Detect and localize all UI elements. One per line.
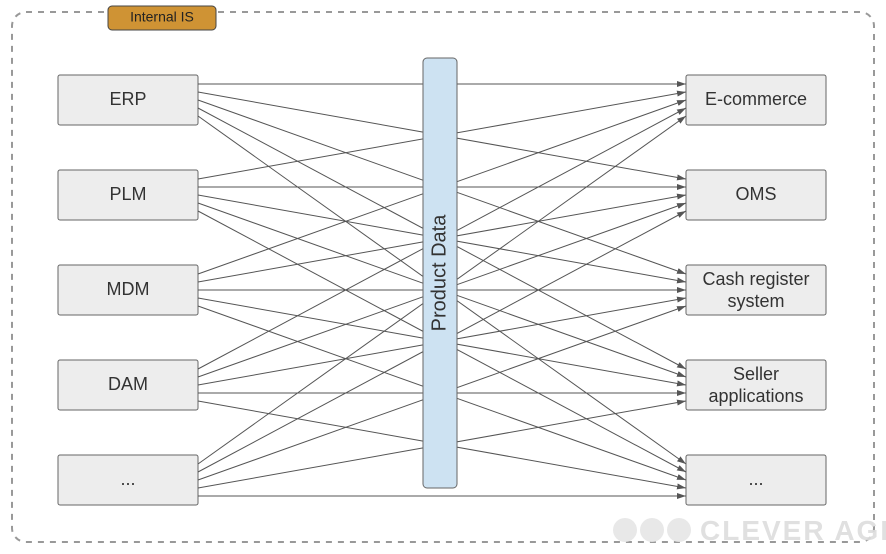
- watermark: CLEVER AGE: [613, 515, 886, 546]
- product-data-label: Product Data: [428, 214, 450, 332]
- left-node-label-2: MDM: [107, 279, 150, 299]
- right-node-4: ...: [686, 455, 826, 505]
- right-node-label-1: OMS: [735, 184, 776, 204]
- internal-is-tag: Internal IS: [108, 6, 216, 30]
- right-column: E-commerce OMS Cash registersystem Sellerap…: [686, 75, 826, 505]
- left-node-0: ERP: [58, 75, 198, 125]
- internal-is-tag-label: Internal IS: [130, 9, 194, 25]
- left-column: ERP PLM MDM DAM...: [58, 75, 198, 505]
- left-node-label-4: ...: [120, 469, 135, 489]
- right-node-1: OMS: [686, 170, 826, 220]
- left-node-label-0: ERP: [109, 89, 146, 109]
- right-node-3: Sellerapplications: [686, 360, 826, 410]
- right-node-label-2-0: Cash register: [702, 269, 809, 289]
- left-node-label-3: DAM: [108, 374, 148, 394]
- right-node-label-3-0: Seller: [733, 364, 779, 384]
- right-node-0: E-commerce: [686, 75, 826, 125]
- left-node-label-1: PLM: [109, 184, 146, 204]
- watermark-text: CLEVER AGE: [700, 515, 886, 546]
- right-node-label-3-1: applications: [708, 386, 803, 406]
- architecture-diagram: Internal IS ERP PLM MDM DAM... E-commerce OM…: [0, 0, 886, 554]
- left-node-3: DAM: [58, 360, 198, 410]
- right-node-2: Cash registersystem: [686, 265, 826, 315]
- product-data-box: Product Data: [423, 58, 457, 488]
- right-node-label-2-1: system: [727, 291, 784, 311]
- left-node-4: ...: [58, 455, 198, 505]
- left-node-2: MDM: [58, 265, 198, 315]
- right-node-label-0: E-commerce: [705, 89, 807, 109]
- left-node-1: PLM: [58, 170, 198, 220]
- right-node-label-4: ...: [748, 469, 763, 489]
